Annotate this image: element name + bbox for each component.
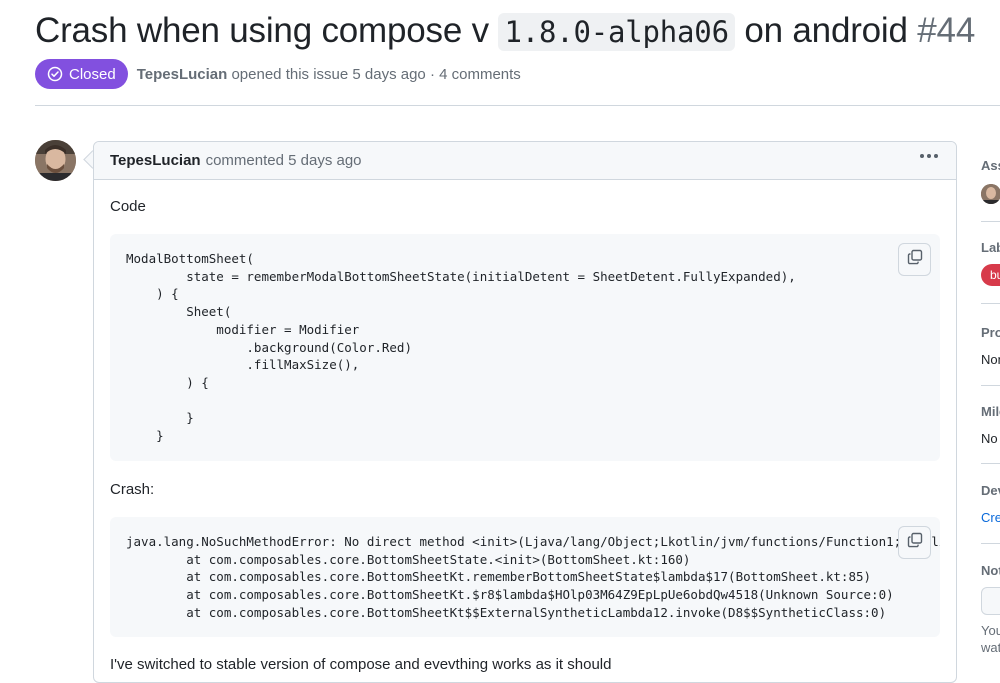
sidebar-labels-label[interactable]: Lab (981, 240, 1000, 255)
issue-title-suffix: on android (734, 11, 918, 50)
sidebar-assignees-label[interactable]: Ass (981, 158, 1000, 173)
issue-title-code: 1.8.0-alpha06 (498, 13, 735, 51)
assignee-avatar[interactable] (981, 184, 1000, 204)
kebab-icon[interactable] (920, 154, 938, 158)
comment-intro: Code (110, 198, 146, 215)
avatar[interactable] (35, 140, 76, 181)
sidebar-divider (981, 221, 1000, 222)
sidebar-milestone-label[interactable]: Mile (981, 404, 1000, 419)
comment-box: TepesLucian commented 5 days ago Code Mo… (93, 141, 957, 683)
sidebar-projects-value: Non (981, 352, 1000, 367)
issue-meta-text: TepesLucian opened this issue 5 days ago… (137, 66, 521, 83)
issue-title: Crash when using compose v 1.8.0-alpha06… (35, 10, 975, 53)
issue-opened-text: opened this issue 5 days ago · 4 comment… (231, 65, 521, 83)
check-circle-icon (47, 66, 63, 82)
comment-meta: commented 5 days ago (205, 152, 362, 169)
subscribe-button[interactable] (981, 587, 1000, 615)
code-block: ModalBottomSheet( state = rememberModalB… (110, 234, 940, 461)
issue-title-text: Crash when using compose v (35, 11, 499, 50)
bug-label[interactable]: bu (981, 264, 1000, 286)
issue-number: #44 (917, 11, 976, 50)
sidebar-projects-label[interactable]: Pro (981, 325, 1000, 340)
comment-header: TepesLucian commented 5 days ago (94, 142, 956, 180)
sidebar-notifications-label: Not (981, 563, 1000, 578)
status-badge: Closed (35, 59, 128, 89)
comment-footer: I've switched to stable version of compo… (110, 656, 612, 673)
copy-icon (907, 249, 923, 270)
issue-author-link[interactable]: TepesLucian (137, 66, 228, 83)
sidebar-divider (981, 543, 1000, 544)
sidebar-divider (981, 303, 1000, 304)
sidebar-divider (981, 385, 1000, 386)
sidebar-divider (981, 463, 1000, 464)
copy-icon (907, 532, 923, 553)
copy-button[interactable] (898, 526, 931, 559)
notifications-text: wat (981, 640, 1000, 655)
header-divider (35, 105, 1000, 106)
copy-button[interactable] (898, 243, 931, 276)
create-branch-link[interactable]: Cre (981, 510, 1000, 525)
sidebar-milestone-value: No (981, 431, 998, 446)
notifications-text: You (981, 623, 1000, 638)
code-content: ModalBottomSheet( state = rememberModalB… (126, 251, 796, 444)
crash-code-block: java.lang.NoSuchMethodError: No direct m… (110, 517, 940, 637)
sidebar-development-label[interactable]: Dev (981, 483, 1000, 498)
issue-meta: Closed TepesLucian opened this issue 5 d… (35, 59, 521, 89)
crash-label: Crash: (110, 481, 155, 498)
status-badge-label: Closed (69, 65, 116, 83)
crash-content: java.lang.NoSuchMethodError: No direct m… (126, 534, 940, 620)
comment-author-link[interactable]: TepesLucian (110, 152, 201, 169)
